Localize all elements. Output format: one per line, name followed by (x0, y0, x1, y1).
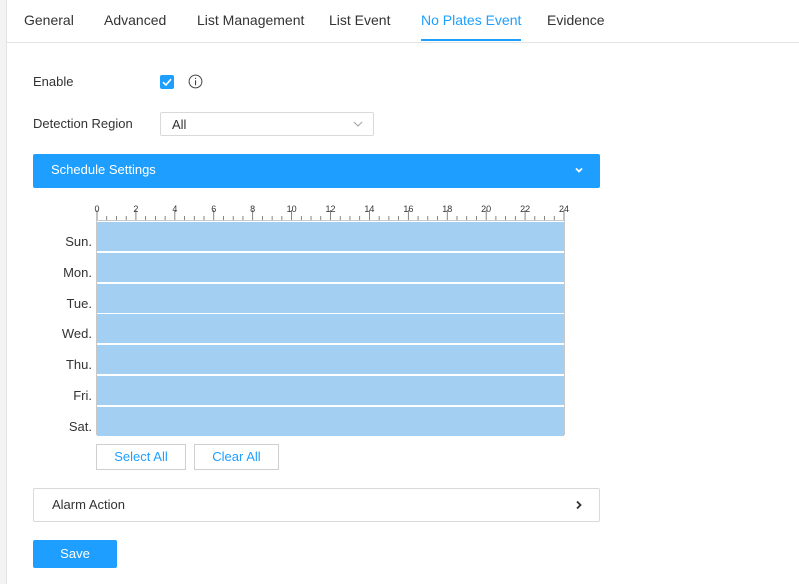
tab-general[interactable]: General (24, 0, 74, 41)
schedule-row-sat[interactable] (97, 406, 564, 436)
hour-label: 24 (558, 204, 570, 214)
detection-region-value: All (172, 117, 187, 132)
left-gutter (0, 0, 7, 584)
hour-label: 16 (403, 204, 414, 214)
day-label: Tue. (66, 295, 92, 311)
day-label: Wed. (61, 326, 92, 342)
hour-label: 10 (286, 204, 297, 214)
hour-label: 2 (133, 204, 139, 214)
tab-list-management[interactable]: List Management (197, 0, 304, 41)
chevron-down-icon (353, 121, 363, 127)
day-label: Thu. (65, 357, 92, 373)
chevron-down-icon (575, 167, 583, 173)
clear-all-button[interactable]: Clear All (194, 444, 279, 470)
hour-label: 22 (520, 204, 531, 214)
schedule-row-fri[interactable] (97, 376, 564, 405)
schedule-row-thu[interactable] (97, 345, 564, 375)
day-label: Sat. (68, 418, 92, 434)
enable-checkbox[interactable] (160, 75, 174, 89)
schedule-row-tue[interactable] (97, 283, 564, 313)
schedule-grid[interactable] (96, 220, 565, 436)
hour-label: 12 (325, 204, 336, 214)
schedule-row-mon[interactable] (97, 252, 564, 282)
hour-label: 20 (481, 204, 492, 214)
hour-label: 14 (364, 204, 375, 214)
hour-label: 18 (442, 204, 453, 214)
hour-label: 8 (250, 204, 256, 214)
tab-list-event[interactable]: List Event (329, 0, 390, 41)
hour-label: 4 (172, 204, 178, 214)
tab-advanced[interactable]: Advanced (104, 0, 166, 41)
tab-evidence[interactable]: Evidence (547, 0, 605, 41)
hour-label: 0 (94, 204, 100, 214)
schedule-row-wed[interactable] (97, 314, 564, 344)
detection-region-label: Detection Region (33, 116, 133, 131)
day-label: Sun. (65, 234, 92, 249)
check-icon (162, 78, 172, 87)
tab-no-plates-event[interactable]: No Plates Event (421, 0, 522, 41)
schedule-row-sun[interactable] (97, 222, 564, 251)
hour-label: 6 (211, 204, 217, 214)
hour-ruler: 0 2 4 6 8 10 12 14 16 18 20 22 24 (94, 200, 569, 220)
alarm-action-title: Alarm Action (52, 497, 125, 512)
select-all-button[interactable]: Select All (96, 444, 186, 470)
chevron-right-icon (576, 500, 582, 510)
schedule-settings-title: Schedule Settings (51, 162, 156, 177)
enable-label: Enable (33, 74, 74, 89)
day-label: Mon. (63, 264, 92, 280)
day-label: Fri. (73, 388, 92, 403)
alarm-action-header[interactable]: Alarm Action (33, 488, 600, 522)
tab-bar: General Advanced List Management List Ev… (6, 0, 799, 43)
schedule-settings-header[interactable]: Schedule Settings (33, 154, 600, 188)
info-icon[interactable] (188, 74, 203, 89)
save-button[interactable]: Save (33, 540, 117, 568)
detection-region-select[interactable]: All (160, 112, 374, 136)
